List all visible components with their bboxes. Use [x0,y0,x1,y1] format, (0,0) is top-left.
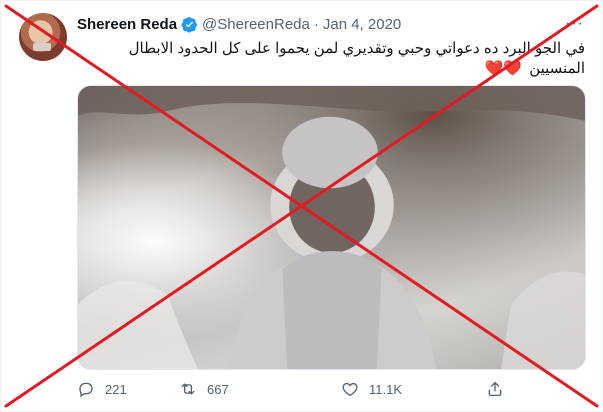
header-separator: · [313,16,319,33]
retweet-count: 667 [207,381,229,397]
media-image [78,86,585,369]
retweet-icon [181,383,195,395]
avatar[interactable] [19,13,67,61]
tweet-actions: 221 667 11.1K [77,380,507,402]
like-button[interactable]: 11.1K [341,380,402,398]
tweet-card[interactable]: Shereen Reda @ShereenReda · Jan 4, 2020 … [0,0,603,412]
author-name[interactable]: Shereen Reda [77,16,177,33]
heart-icon [342,382,358,397]
author-handle[interactable]: @ShereenReda [202,16,310,33]
tweet-text: في الجو البرد ده دعواتي وحبي وتقديري لمن… [77,39,585,79]
more-icon[interactable]: ··· [565,15,584,33]
avatar-badge [33,43,51,51]
heart-emoji: ❤️❤️ [484,60,523,77]
reply-icon [79,382,93,398]
tweet-header: Shereen Reda @ShereenReda · Jan 4, 2020 [77,16,401,33]
share-icon [488,381,502,397]
reply-count: 221 [105,381,127,397]
like-count: 11.1K [369,381,403,397]
tweet-media[interactable] [77,85,586,370]
reply-button[interactable]: 221 [77,380,127,398]
retweet-button[interactable]: 667 [179,380,229,398]
share-button[interactable] [486,380,504,398]
tweet-date[interactable]: Jan 4, 2020 [323,16,401,33]
verified-badge-icon [181,16,198,33]
